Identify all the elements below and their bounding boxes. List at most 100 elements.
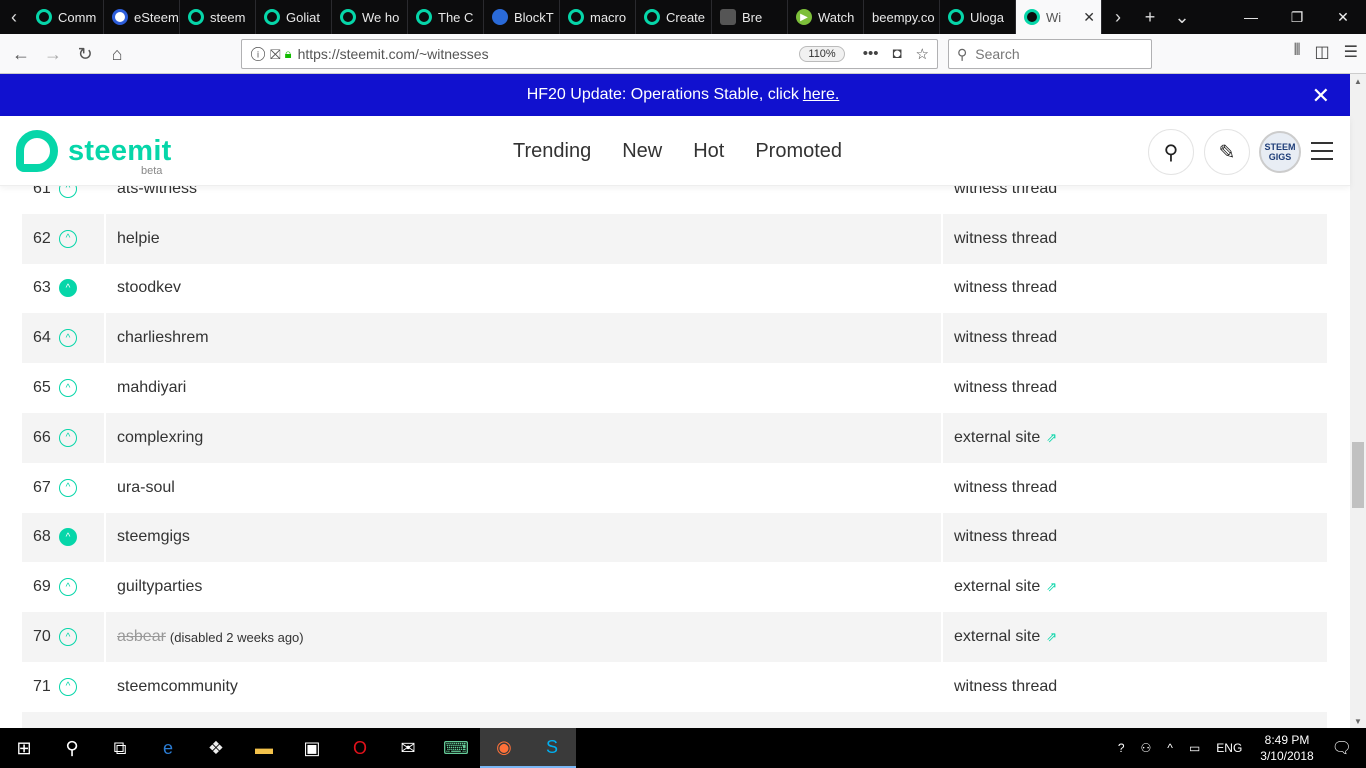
- new-tab-button[interactable]: +: [1134, 0, 1166, 34]
- language-indicator[interactable]: ENG: [1208, 741, 1250, 755]
- witness-name[interactable]: asbear: [117, 628, 166, 646]
- notifications-icon[interactable]: 🗨︎: [1324, 738, 1366, 758]
- witness-name[interactable]: stoodkev: [117, 279, 181, 297]
- info-icon[interactable]: i: [251, 47, 265, 61]
- reload-button[interactable]: ↻: [72, 42, 98, 66]
- upvote-chevron-icon[interactable]: ^: [59, 329, 77, 348]
- witness-link[interactable]: witness thread: [954, 329, 1057, 347]
- witness-name[interactable]: guiltyparties: [117, 578, 202, 596]
- witness-name[interactable]: mahdiyari: [117, 379, 186, 397]
- permissions-icon[interactable]: ⛝: [270, 46, 281, 63]
- witness-link[interactable]: witness thread: [954, 230, 1057, 248]
- witness-name[interactable]: steemgigs: [117, 528, 190, 546]
- back-button[interactable]: ←: [8, 42, 34, 66]
- chevron-up-icon[interactable]: ^: [1159, 741, 1181, 755]
- pocket-icon[interactable]: ◘: [892, 45, 901, 63]
- menu-icon[interactable]: ☰: [1344, 42, 1358, 62]
- nav-trending[interactable]: Trending: [513, 140, 591, 163]
- witness-name[interactable]: complexring: [117, 429, 203, 447]
- page-actions-icon[interactable]: •••: [863, 45, 879, 63]
- upvote-chevron-icon[interactable]: ^: [59, 279, 77, 298]
- upvote-chevron-icon[interactable]: ^: [59, 478, 77, 497]
- upvote-chevron-icon[interactable]: ^: [59, 578, 77, 597]
- browser-tab[interactable]: macro: [560, 0, 636, 34]
- browser-tab[interactable]: Comm: [28, 0, 104, 34]
- witness-link[interactable]: witness thread: [954, 678, 1057, 696]
- browser-tab[interactable]: eSteem: [104, 0, 180, 34]
- battery-icon[interactable]: ▭: [1181, 741, 1208, 755]
- scroll-down-icon[interactable]: ▼: [1350, 714, 1366, 728]
- browser-tab[interactable]: ▶ Watch: [788, 0, 864, 34]
- announcement-link[interactable]: here.: [803, 86, 839, 104]
- skype-icon[interactable]: S: [528, 728, 576, 768]
- witness-link[interactable]: witness thread: [954, 279, 1057, 297]
- witness-link[interactable]: external site: [954, 429, 1040, 447]
- upvote-chevron-icon[interactable]: ^: [59, 677, 77, 696]
- help-icon[interactable]: ?: [1110, 741, 1133, 755]
- hamburger-menu-icon[interactable]: [1311, 142, 1333, 166]
- upvote-chevron-icon[interactable]: ^: [59, 428, 77, 447]
- witness-link[interactable]: external site: [954, 578, 1040, 596]
- upvote-chevron-icon[interactable]: ^: [59, 229, 77, 248]
- page-scrollbar[interactable]: ▲ ▼: [1350, 74, 1366, 728]
- forward-button[interactable]: →: [40, 42, 66, 66]
- url-text[interactable]: https://steemit.com/~witnesses: [298, 46, 800, 62]
- browser-tab[interactable]: Uloga: [940, 0, 1016, 34]
- external-link-icon[interactable]: ⇗: [1046, 579, 1057, 595]
- scrollbar-thumb[interactable]: [1352, 442, 1364, 508]
- witness-link[interactable]: witness thread: [954, 379, 1057, 397]
- search-icon[interactable]: ⚲: [48, 728, 96, 768]
- store-icon[interactable]: ▣: [288, 728, 336, 768]
- browser-tab[interactable]: The C: [408, 0, 484, 34]
- minimize-button[interactable]: —: [1228, 0, 1274, 34]
- upvote-chevron-icon[interactable]: ^: [59, 528, 77, 547]
- network-app-icon[interactable]: ⌨: [432, 728, 480, 768]
- file-explorer-icon[interactable]: ▬: [240, 728, 288, 768]
- url-bar[interactable]: i ⛝ 🔒︎ https://steemit.com/~witnesses 11…: [241, 39, 938, 69]
- browser-tab[interactable]: steem: [180, 0, 256, 34]
- witness-name[interactable]: ura-soul: [117, 479, 175, 497]
- browser-tab[interactable]: Goliat: [256, 0, 332, 34]
- witness-name[interactable]: ats-witness: [117, 186, 197, 198]
- nav-new[interactable]: New: [622, 140, 662, 163]
- upvote-chevron-icon[interactable]: ^: [59, 186, 77, 198]
- firefox-icon[interactable]: ◉: [480, 728, 528, 768]
- witness-name[interactable]: steemcommunity: [117, 678, 238, 696]
- dropbox-icon[interactable]: ❖: [192, 728, 240, 768]
- sidebar-icon[interactable]: ◫: [1315, 42, 1330, 62]
- restore-button[interactable]: ❐: [1274, 0, 1320, 34]
- home-button[interactable]: ⌂: [104, 42, 130, 66]
- search-button[interactable]: ⚲: [1148, 129, 1194, 175]
- witness-name[interactable]: helpie: [117, 230, 160, 248]
- upvote-chevron-icon[interactable]: ^: [59, 379, 77, 398]
- task-view-icon[interactable]: ⧉: [96, 728, 144, 768]
- submit-post-button[interactable]: ✎: [1204, 129, 1250, 175]
- witness-link[interactable]: external site: [954, 628, 1040, 646]
- witness-link[interactable]: witness thread: [954, 186, 1057, 198]
- zoom-level[interactable]: 110%: [799, 46, 845, 62]
- search-bar[interactable]: ⚲ Search: [948, 39, 1152, 69]
- browser-tab[interactable]: We ho: [332, 0, 408, 34]
- close-window-button[interactable]: ✕: [1320, 0, 1366, 34]
- clock[interactable]: 8:49 PM 3/10/2018: [1250, 732, 1323, 764]
- mail-icon[interactable]: ✉: [384, 728, 432, 768]
- windows-start-icon[interactable]: ⊞: [0, 728, 48, 768]
- close-icon[interactable]: ✕: [1312, 83, 1330, 109]
- external-link-icon[interactable]: ⇗: [1046, 430, 1057, 446]
- avatar[interactable]: STEEM GIGS: [1259, 131, 1301, 173]
- people-icon[interactable]: ⚇: [1133, 741, 1160, 755]
- close-tab-icon[interactable]: ✕: [1083, 9, 1095, 26]
- witness-link[interactable]: witness thread: [954, 528, 1057, 546]
- tab-scroll-right-icon[interactable]: ›: [1102, 0, 1134, 34]
- tab-scroll-left-icon[interactable]: ‹: [0, 0, 28, 34]
- witness-link[interactable]: witness thread: [954, 479, 1057, 497]
- upvote-chevron-icon[interactable]: ^: [59, 628, 77, 647]
- nav-hot[interactable]: Hot: [693, 140, 724, 163]
- external-link-icon[interactable]: ⇗: [1046, 629, 1057, 645]
- witness-name[interactable]: charlieshrem: [117, 329, 209, 347]
- browser-tab[interactable]: BlockT: [484, 0, 560, 34]
- browser-tab[interactable]: beempy.co: [864, 0, 940, 34]
- tab-list-chevron-icon[interactable]: ⌄: [1166, 0, 1198, 34]
- nav-promoted[interactable]: Promoted: [755, 140, 842, 163]
- edge-icon[interactable]: e: [144, 728, 192, 768]
